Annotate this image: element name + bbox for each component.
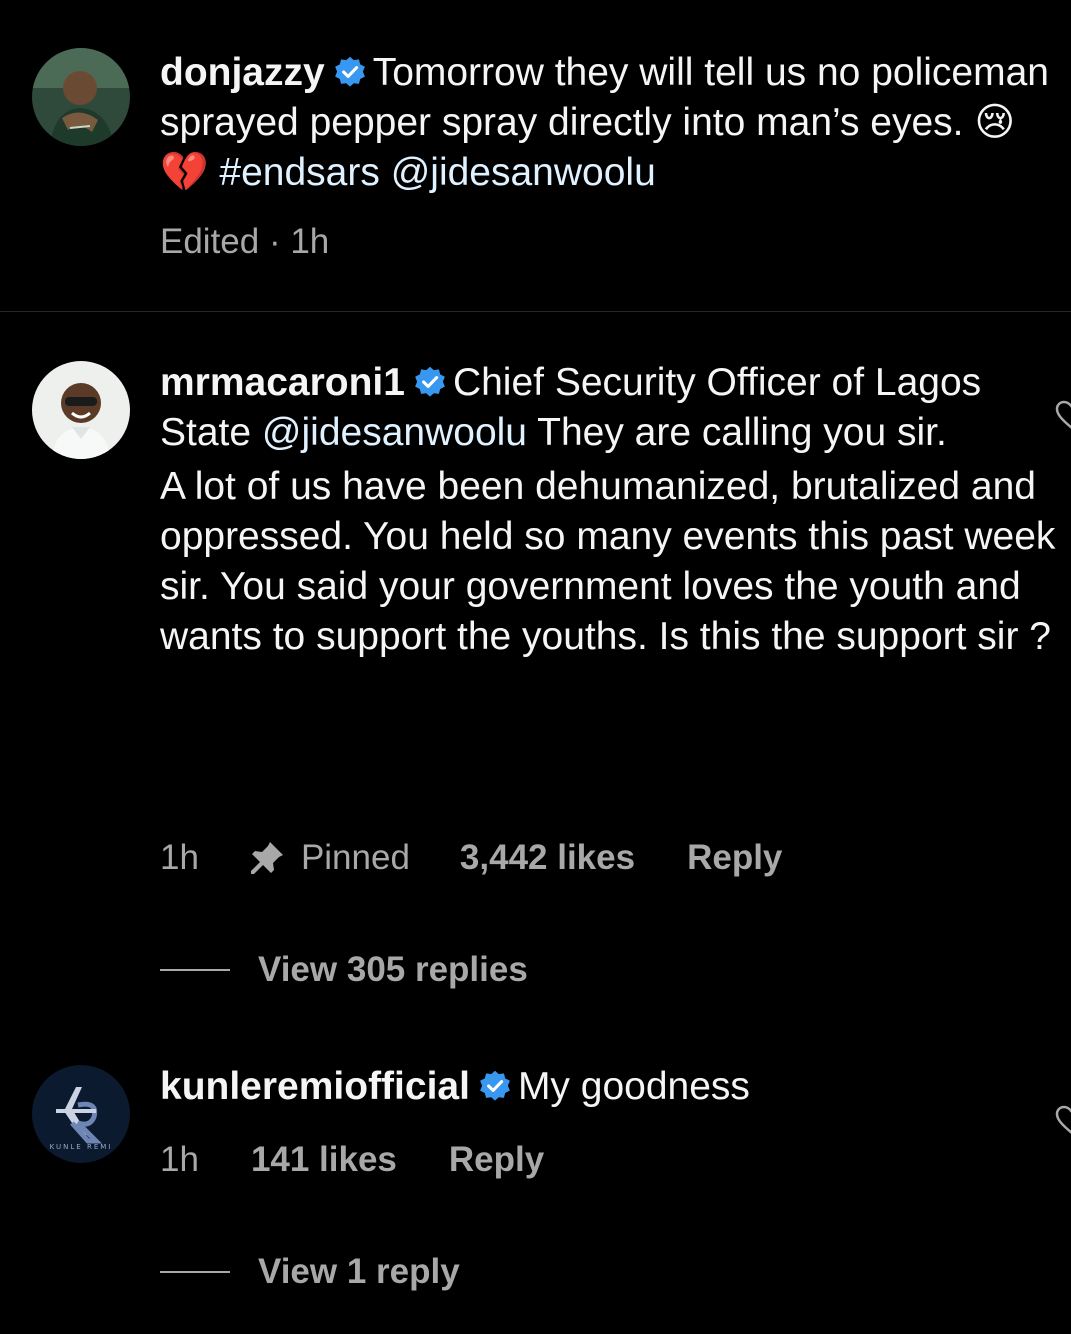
likes-count[interactable]: 141 likes: [251, 1140, 397, 1180]
comment-timestamp: 1h: [160, 838, 199, 877]
verified-badge-icon: [413, 365, 447, 399]
comment-body-text: They are calling you sir.: [537, 411, 947, 454]
username-donjazzy[interactable]: donjazzy: [160, 51, 325, 94]
avatar-kunleremiofficial-image: KUNLE REMI: [32, 1065, 130, 1163]
avatar-mrmacaroni1-image: [32, 361, 130, 459]
like-heart-icon[interactable]: [1055, 400, 1071, 430]
comment-timestamp: 1h: [160, 1140, 199, 1179]
post-caption: donjazzy Tomorrow they will tell us no po…: [0, 0, 1071, 312]
view-replies-label[interactable]: View 305 replies: [258, 950, 528, 990]
view-replies-button[interactable]: View 1 reply: [160, 1252, 460, 1292]
reply-button[interactable]: Reply: [687, 838, 782, 878]
pin-icon: [247, 838, 287, 878]
like-heart-icon[interactable]: [1055, 1105, 1071, 1135]
avatar-mrmacaroni1[interactable]: [32, 361, 130, 459]
broken-heart-emoji-icon: 💔: [160, 150, 209, 195]
view-replies-label[interactable]: View 1 reply: [258, 1252, 460, 1292]
edited-timestamp: Edited · 1h: [160, 222, 330, 261]
comment-mrmacaroni1-text: mrmacaroni1 Chief Security Officer of Lag…: [160, 358, 1059, 662]
comment-body-paragraph: A lot of us have been dehumanized, bruta…: [160, 465, 1056, 658]
avatar-logo-text: KUNLE REMI: [50, 1143, 113, 1151]
caption-meta: Edited · 1h: [160, 222, 329, 262]
replies-divider-line: [160, 969, 230, 971]
verified-badge-icon: [333, 55, 367, 89]
crying-face-emoji-icon: 😢: [974, 100, 1016, 145]
comment-kunleremiofficial-text: kunleremiofficial My goodness: [160, 1062, 1059, 1112]
hashtag-link[interactable]: #endsars: [219, 151, 379, 194]
comment-body-text: My goodness: [517, 1065, 750, 1108]
avatar-donjazzy[interactable]: [32, 48, 130, 146]
pinned-label: Pinned: [300, 838, 410, 877]
username-mrmacaroni1[interactable]: mrmacaroni1: [160, 361, 405, 404]
reply-button[interactable]: Reply: [449, 1140, 544, 1180]
replies-divider-line: [160, 1271, 230, 1273]
mention-link[interactable]: @jidesanwoolu: [262, 411, 527, 454]
comment-mrmacaroni1-meta: 1h Pinned 3,442 likes Reply: [160, 838, 782, 878]
avatar-kunleremiofficial[interactable]: KUNLE REMI: [32, 1065, 130, 1163]
verified-badge-icon: [478, 1069, 512, 1103]
mention-link[interactable]: @jidesanwoolu: [391, 151, 656, 194]
caption-text: donjazzy Tomorrow they will tell us no po…: [160, 48, 1059, 198]
view-replies-button[interactable]: View 305 replies: [160, 950, 528, 990]
comment-kunleremiofficial-meta: 1h 141 likes Reply: [160, 1140, 544, 1180]
likes-count[interactable]: 3,442 likes: [460, 838, 635, 878]
avatar-donjazzy-image: [32, 48, 130, 146]
username-kunleremiofficial[interactable]: kunleremiofficial: [160, 1065, 470, 1108]
